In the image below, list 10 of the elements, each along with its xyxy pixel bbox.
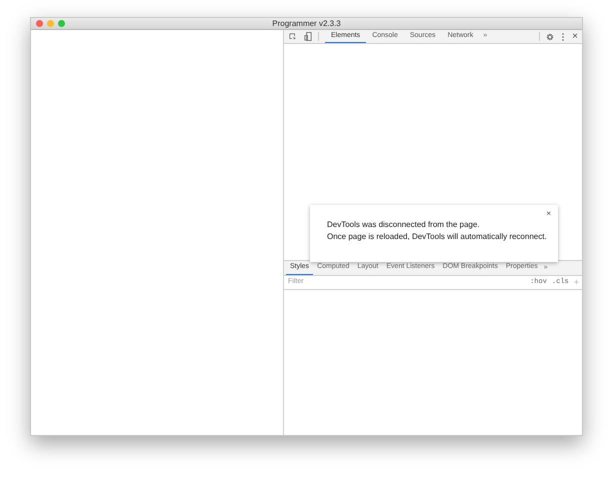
close-window-button[interactable] bbox=[36, 20, 43, 27]
more-options-icon[interactable] bbox=[562, 32, 564, 40]
device-icon[interactable] bbox=[304, 32, 312, 41]
close-button[interactable]: × bbox=[546, 208, 551, 220]
close-devtools-button[interactable]: × bbox=[572, 32, 578, 42]
settings-icon[interactable] bbox=[546, 32, 554, 40]
window-title: Programmer v2.3.3 bbox=[272, 20, 341, 28]
dialog-message: DevTools was disconnected from the page. bbox=[327, 220, 481, 229]
dialog-message: Once page is reloaded, DevTools will automatically reconnect. bbox=[327, 232, 548, 241]
inspect-icon[interactable] bbox=[289, 32, 297, 40]
